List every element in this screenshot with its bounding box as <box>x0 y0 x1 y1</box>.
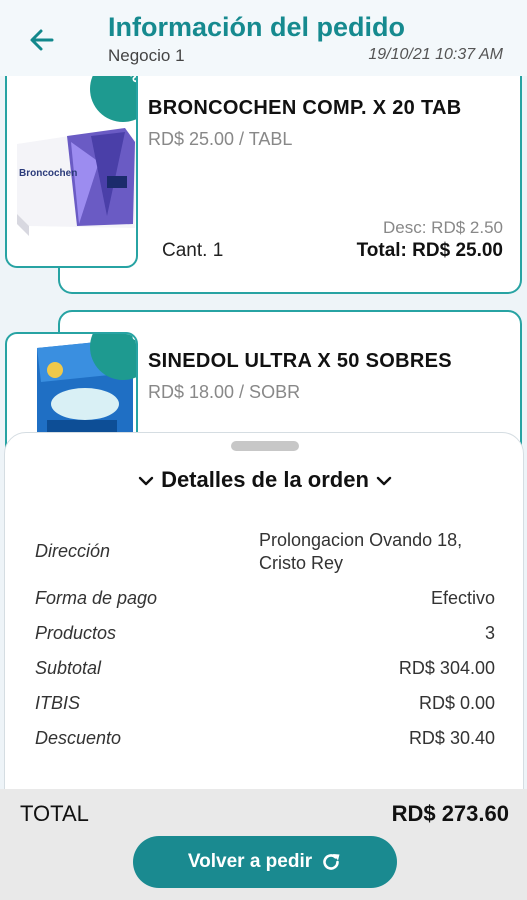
back-arrow-icon[interactable] <box>26 24 58 56</box>
discount-label: Descuento <box>35 728 122 748</box>
product-name: BRONCOCHEN COMP. X 20 TAB <box>148 97 462 119</box>
product-quantity: Cant. 1 <box>162 240 224 261</box>
product-total: Total: RD$ 25.00 <box>356 240 503 261</box>
reorder-label: Volver a pedir <box>187 851 313 872</box>
drag-handle[interactable] <box>231 441 299 451</box>
order-details-title: Detalles de la orden <box>161 467 369 492</box>
discount-value: RD$ 30.40 <box>408 728 495 748</box>
itbis-value: RD$ 0.00 <box>418 693 495 713</box>
refresh-icon <box>323 854 340 870</box>
product-image-1: Broncochen -10% <box>5 76 138 268</box>
reorder-button[interactable]: Volver a pedir <box>133 836 397 888</box>
chevron-down-icon <box>138 476 154 486</box>
payment-label: Forma de pago <box>35 588 158 608</box>
products-count-value: 3 <box>484 623 495 643</box>
product-discount: Desc: RD$ 2.50 <box>383 218 503 237</box>
app-header: Información del pedido Negocio 1 19/10/2… <box>0 0 527 76</box>
chevron-down-icon <box>376 476 392 486</box>
subtotal-value: RD$ 304.00 <box>398 658 495 678</box>
page-title: Información del pedido <box>108 12 406 42</box>
subtotal-label: Subtotal <box>35 658 102 678</box>
product-price: RD$ 25.00 / TABL <box>148 129 293 149</box>
total-amount: RD$ 273.60 <box>391 801 509 826</box>
business-name: Negocio 1 <box>108 46 185 65</box>
total-bar: TOTAL RD$ 273.60 Volver a pedir <box>0 789 527 900</box>
order-datetime: 19/10/21 10:37 AM <box>368 46 503 63</box>
itbis-label: ITBIS <box>35 693 81 713</box>
address-label: Dirección <box>35 541 111 561</box>
total-label: TOTAL <box>20 801 89 826</box>
product-price: RD$ 18.00 / SOBR <box>148 382 301 402</box>
order-details-toggle[interactable]: Detalles de la orden <box>5 467 525 493</box>
payment-value: Efectivo <box>430 588 495 608</box>
address-value: Prolongacion Ovando 18, Cristo Rey <box>259 530 463 573</box>
products-count-label: Productos <box>35 623 117 643</box>
product-name: SINEDOL ULTRA X 50 SOBRES <box>148 350 452 372</box>
product-image-brand: Broncochen <box>19 168 78 179</box>
